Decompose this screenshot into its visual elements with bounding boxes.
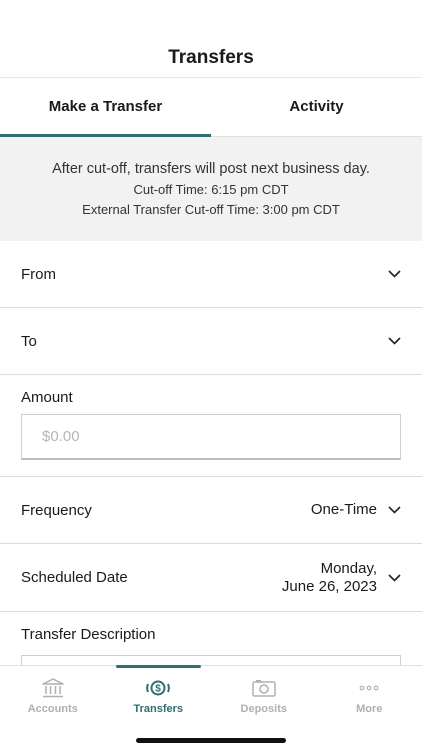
scheduled-date-label: Scheduled Date [21, 569, 128, 586]
more-dots-icon [358, 678, 380, 698]
home-indicator [136, 738, 286, 743]
scheduled-date-select[interactable]: Scheduled Date Monday, June 26, 2023 [0, 544, 422, 612]
notice-line-2: Cut-off Time: 6:15 pm CDT [133, 182, 289, 197]
scheduled-date-value-group: Monday, June 26, 2023 [282, 560, 401, 596]
tabbar-item-accounts[interactable]: Accounts [0, 666, 106, 726]
bank-icon [42, 678, 64, 698]
frequency-value-group: One-Time [311, 501, 401, 519]
segmented-tabs: Make a Transfer Activity [0, 78, 422, 137]
amount-label: Amount [21, 389, 73, 406]
amount-input[interactable]: $0.00 [21, 414, 401, 460]
bottom-tab-bar: Accounts $ Transfers Deposits More [0, 665, 422, 750]
page-title: Transfers [168, 47, 254, 68]
scheduled-date-value: Monday, June 26, 2023 [282, 560, 377, 596]
frequency-label: Frequency [21, 501, 92, 519]
description-label: Transfer Description [21, 626, 156, 643]
chevron-down-icon [387, 571, 401, 585]
to-account-select[interactable]: To [0, 308, 422, 375]
tabbar-label-accounts: Accounts [27, 703, 78, 715]
description-section: Transfer Description [0, 612, 422, 667]
frequency-select[interactable]: Frequency One-Time [0, 477, 422, 544]
cutoff-notice: After cut-off, transfers will post next … [0, 137, 422, 241]
header: Transfers [0, 0, 422, 78]
chevron-down-icon [387, 334, 401, 348]
to-label: To [21, 332, 37, 350]
from-account-select[interactable]: From [0, 241, 422, 308]
notice-line-1: After cut-off, transfers will post next … [52, 161, 370, 177]
svg-text:$: $ [155, 684, 161, 695]
chevron-down-icon [387, 267, 401, 281]
tabbar-label-deposits: Deposits [240, 703, 287, 715]
camera-icon [252, 678, 276, 698]
tab-activity[interactable]: Activity [211, 78, 422, 136]
scheduled-date-weekday: Monday, [320, 559, 377, 577]
notice-line-3: External Transfer Cut-off Time: 3:00 pm … [82, 202, 340, 217]
transfer-dollar-icon: $ [145, 678, 171, 698]
amount-section: Amount $0.00 [0, 375, 422, 477]
from-label: From [21, 265, 56, 283]
tabbar-item-transfers[interactable]: $ Transfers [106, 665, 212, 726]
tabbar-item-more[interactable]: More [317, 666, 422, 726]
scheduled-date-date: June 26, 2023 [281, 577, 377, 595]
frequency-value: One-Time [310, 501, 377, 518]
amount-placeholder: $0.00 [42, 428, 80, 445]
chevron-down-icon [387, 503, 401, 517]
tab-make-a-transfer[interactable]: Make a Transfer [0, 78, 211, 137]
tabbar-label-more: More [356, 703, 383, 715]
tabbar-item-deposits[interactable]: Deposits [211, 666, 317, 726]
tabbar-label-transfers: Transfers [133, 703, 184, 715]
